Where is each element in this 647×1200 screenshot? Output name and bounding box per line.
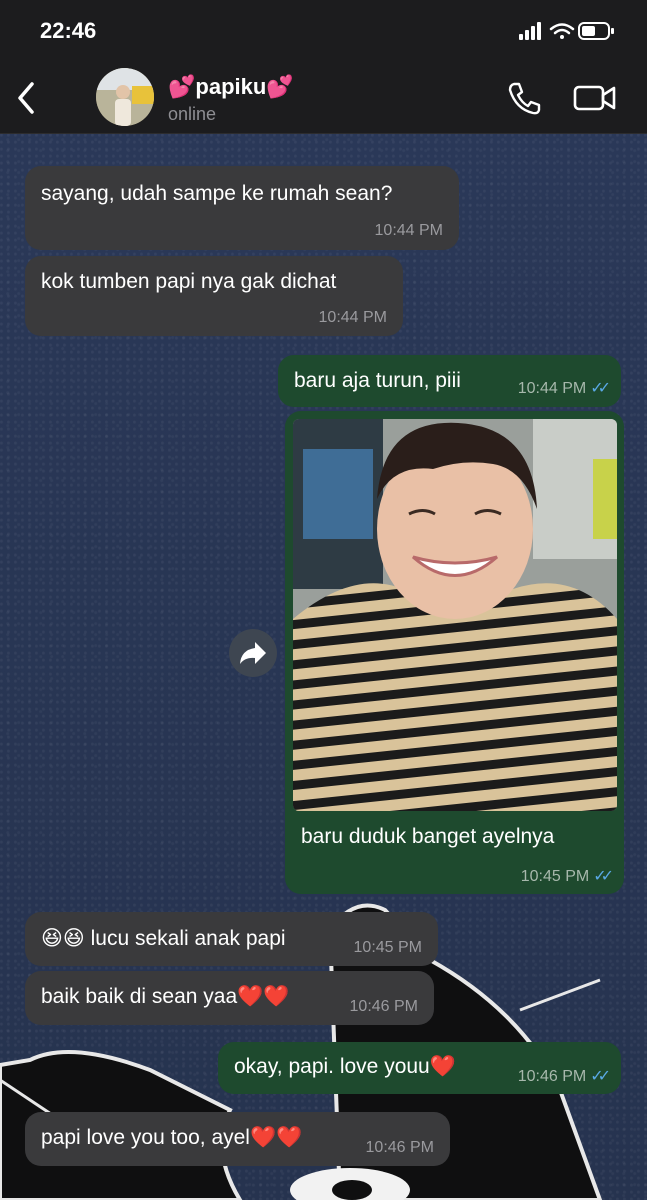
message-time: 10:44 PM xyxy=(318,309,387,326)
message-incoming[interactable]: baik baik di sean yaa❤️❤️ 10:46 PM xyxy=(25,971,434,1025)
message-outgoing-photo[interactable]: baru duduk banget ayelnya 10:45 PM ✓✓ xyxy=(285,411,624,894)
contact-name[interactable]: 💕papiku💕 xyxy=(168,74,294,100)
message-outgoing[interactable]: baru aja turun, piii 10:44 PM ✓✓ xyxy=(278,355,621,407)
message-outgoing[interactable]: okay, papi. love youu❤️ 10:46 PM ✓✓ xyxy=(218,1042,621,1094)
message-incoming[interactable]: 😆😆 lucu sekali anak papi 10:45 PM xyxy=(25,912,438,966)
read-ticks-icon: ✓✓ xyxy=(593,868,614,885)
message-text: baru aja turun, piii xyxy=(294,369,461,392)
message-time: 10:45 PM xyxy=(353,939,422,956)
message-time: 10:46 PM xyxy=(349,998,418,1015)
message-meta: 10:45 PM ✓✓ xyxy=(520,866,614,886)
message-time: 10:46 PM xyxy=(365,1139,434,1156)
message-text: papi love you too, ayel❤️❤️ xyxy=(41,1126,303,1149)
status-time: 22:46 xyxy=(40,18,97,43)
message-text: sayang, udah sampe ke rumah sean? xyxy=(41,182,393,205)
shared-photo[interactable] xyxy=(293,419,617,811)
message-incoming[interactable]: papi love you too, ayel❤️❤️ 10:46 PM xyxy=(25,1112,450,1166)
voice-call-button[interactable] xyxy=(504,78,544,118)
back-button[interactable] xyxy=(12,80,42,116)
chat-header: 💕papiku💕 online xyxy=(0,62,647,134)
message-text: baik baik di sean yaa❤️❤️ xyxy=(41,985,290,1008)
contact-avatar[interactable] xyxy=(96,68,154,126)
forward-button[interactable] xyxy=(229,629,277,677)
back-chevron-icon xyxy=(18,82,34,114)
call-icon xyxy=(508,82,541,115)
battery-icon xyxy=(578,22,614,40)
message-meta: 10:46 PM ✓✓ xyxy=(517,1066,611,1086)
message-time: 10:45 PM xyxy=(520,868,590,885)
message-incoming[interactable]: sayang, udah sampe ke rumah sean? 10:44 … xyxy=(25,166,459,250)
message-time: 10:44 PM xyxy=(517,380,587,397)
read-ticks-icon: ✓✓ xyxy=(590,380,611,397)
status-bar: 22:46 xyxy=(0,0,647,62)
video-call-button[interactable] xyxy=(572,80,618,116)
photo-caption: baru duduk banget ayelnya xyxy=(301,825,555,848)
contact-status: online xyxy=(168,104,217,124)
status-icons xyxy=(519,20,619,49)
read-ticks-icon: ✓✓ xyxy=(590,1068,611,1085)
message-text: okay, papi. love youu❤️ xyxy=(234,1055,456,1078)
message-meta: 10:44 PM ✓✓ xyxy=(517,378,611,398)
video-call-icon xyxy=(573,85,616,111)
wifi-icon xyxy=(549,23,575,39)
message-text: kok tumben papi nya gak dichat xyxy=(41,270,337,293)
forward-icon xyxy=(240,642,266,664)
message-time: 10:44 PM xyxy=(374,222,443,239)
message-incoming[interactable]: kok tumben papi nya gak dichat 10:44 PM xyxy=(25,256,403,336)
message-text: 😆😆 lucu sekali anak papi xyxy=(41,927,286,950)
message-time: 10:46 PM xyxy=(517,1068,587,1085)
signal-icon xyxy=(519,22,541,40)
